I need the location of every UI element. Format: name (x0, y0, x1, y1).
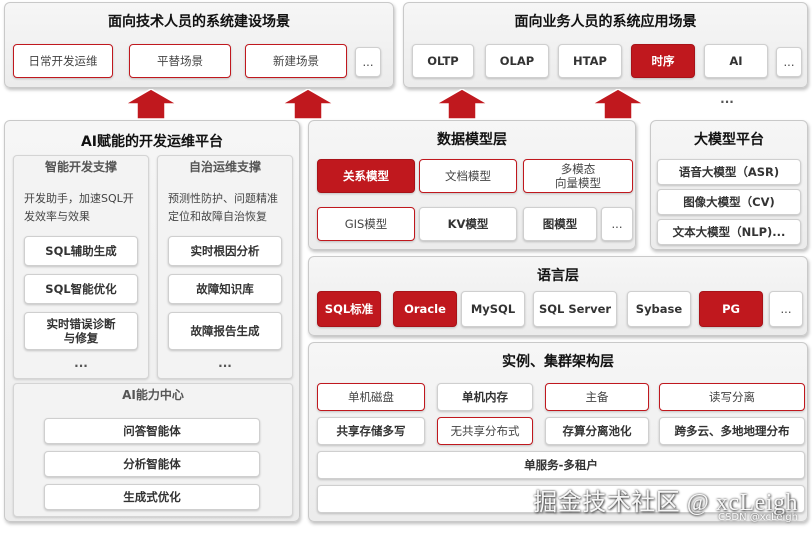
ai-ops-title: AI赋能的开发运维平台 (80, 134, 224, 150)
up-arrow-icon (282, 89, 334, 119)
ai-center-title: AI能力中心 (122, 388, 184, 402)
smart-dev-desc: 开发助手，加速SQL开发效率与效果 (24, 192, 134, 223)
tech-scenarios-more: ... (355, 47, 381, 77)
vector-model: 多模态 向量模型 (523, 159, 633, 193)
shared-storage-multi-write: 共享存储多写 (317, 417, 425, 445)
data-model-more: ... (601, 207, 633, 241)
up-arrow-icon (125, 89, 177, 119)
auto-ops-desc: 预测性防护、问题精准定位和故障自治恢复 (168, 192, 278, 223)
llm-platform-title: 大模型平台 (694, 132, 764, 148)
sql-assist-generate: SQL辅助生成 (24, 236, 138, 266)
data-model-panel: 数据模型层 关系模型 文档模型 多模态 向量模型 GIS模型 KV模型 图模型 … (308, 120, 636, 250)
scenario-oltp: OLTP (412, 44, 474, 78)
fault-report-generate: 故障报告生成 (168, 312, 282, 350)
kv-model: KV模型 (419, 207, 517, 241)
lang-sql-server: SQL Server (533, 291, 617, 327)
single-service-multi-tenant: 单服务-多租户 (317, 451, 805, 479)
text-model: 文本大模型（NLP)... (657, 219, 801, 245)
llm-platform-panel: 大模型平台 语音大模型（ASR) 图像大模型（CV) 文本大模型（NLP)... (650, 120, 808, 250)
generative-optimize: 生成式优化 (44, 484, 260, 510)
document-model: 文档模型 (419, 159, 517, 193)
scenario-olap: OLAP (485, 44, 549, 78)
lang-mysql: MySQL (461, 291, 525, 327)
multi-cloud-geo-distribution: 跨多云、多地地理分布 (659, 417, 805, 445)
lang-pg: PG (699, 291, 763, 327)
up-arrow-icon (436, 89, 488, 119)
scenario-ai: AI (704, 44, 768, 78)
biz-scenarios-ellipsis: ... (720, 92, 734, 106)
language-panel: 语言层 SQL标准 Oracle MySQL SQL Server Sybase… (308, 256, 808, 336)
biz-scenarios-title: 面向业务人员的系统应用场景 (514, 14, 697, 30)
data-model-title: 数据模型层 (437, 132, 507, 148)
biz-scenarios-more: ... (776, 47, 802, 77)
smart-dev-more: ... (74, 356, 88, 370)
lang-sql-standard: SQL标准 (317, 291, 381, 327)
lang-sybase: Sybase (627, 291, 691, 327)
biz-scenarios-panel: 面向业务人员的系统应用场景 OLTP OLAP HTAP 时序 AI ... (403, 2, 808, 88)
ai-ops-panel: AI赋能的开发运维平台 智能开发支撑 开发助手，加速SQL开发效率与效果 SQL… (4, 120, 300, 522)
standalone-memory: 单机内存 (437, 383, 533, 411)
read-write-split: 读写分离 (659, 383, 805, 411)
auto-ops-panel: 自治运维支撑 预测性防护、问题精准定位和故障自治恢复 实时根因分析 故障知识库 … (157, 155, 293, 379)
scenario-new-build: 新建场景 (245, 44, 347, 78)
standalone-disk: 单机磁盘 (317, 383, 425, 411)
scenario-daily-devops: 日常开发运维 (13, 44, 113, 78)
ai-center-panel: AI能力中心 问答智能体 分析智能体 生成式优化 (13, 383, 293, 517)
storage-compute-separation: 存算分离池化 (545, 417, 649, 445)
auto-ops-more: ... (218, 356, 232, 370)
auto-ops-title: 自治运维支撑 (188, 160, 261, 174)
up-arrow-icon (592, 89, 644, 119)
smart-dev-title: 智能开发支撑 (44, 160, 117, 174)
graph-model: 图模型 (523, 207, 597, 241)
watermark-small: CSDN @xcLeigh (718, 512, 798, 523)
realtime-error-diagnosis: 实时错误诊断 与修复 (24, 312, 138, 350)
relational-model: 关系模型 (317, 159, 415, 193)
analysis-agent: 分析智能体 (44, 451, 260, 477)
gis-model: GIS模型 (317, 207, 415, 241)
tech-scenarios-title: 面向技术人员的系统建设场景 (108, 14, 290, 30)
language-more: ... (769, 291, 803, 327)
tech-scenarios-panel: 面向技术人员的系统建设场景 日常开发运维 平替场景 新建场景 ... (4, 2, 394, 88)
qa-agent: 问答智能体 (44, 418, 260, 444)
scenario-htap: HTAP (558, 44, 622, 78)
smart-dev-panel: 智能开发支撑 开发助手，加速SQL开发效率与效果 SQL辅助生成 SQL智能优化… (13, 155, 149, 379)
primary-standby: 主备 (545, 383, 649, 411)
realtime-root-cause: 实时根因分析 (168, 236, 282, 266)
instance-title: 实例、集群架构层 (502, 354, 614, 370)
fault-knowledge-base: 故障知识库 (168, 274, 282, 304)
scenario-replacement: 平替场景 (129, 44, 231, 78)
image-model: 图像大模型（CV) (657, 189, 801, 215)
scenario-timeseries: 时序 (631, 44, 695, 78)
sql-smart-optimize: SQL智能优化 (24, 274, 138, 304)
language-title: 语言层 (537, 268, 579, 284)
speech-model: 语音大模型（ASR) (657, 159, 801, 185)
shared-nothing-distributed: 无共享分布式 (437, 417, 533, 445)
lang-oracle: Oracle (393, 291, 457, 327)
